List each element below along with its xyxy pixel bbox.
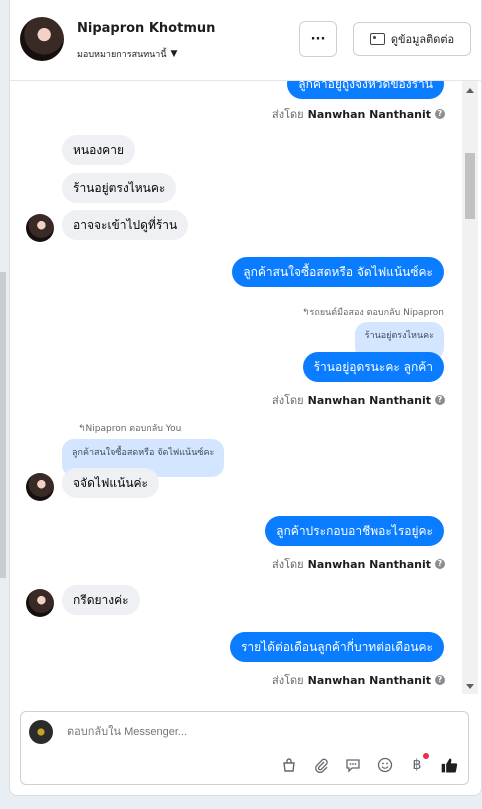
agent-name: Nanwhan Nanthanit: [307, 557, 431, 571]
sent-by-label: ส่งโดย Nanwhan Nanthanit ?: [272, 391, 445, 409]
help-icon[interactable]: ?: [435, 675, 445, 685]
more-options-button[interactable]: ···: [299, 21, 337, 57]
message-incoming: ร้านอยู่ตรงไหนคะ: [62, 173, 177, 203]
thumbs-up-icon[interactable]: [440, 756, 458, 774]
contact-avatar-small: [26, 214, 54, 242]
assign-label: มอบหมายการสนทนานี้: [77, 50, 167, 60]
contact-avatar[interactable]: [20, 17, 64, 61]
sent-by-prefix: ส่งโดย: [272, 558, 304, 571]
help-icon[interactable]: ?: [435, 559, 445, 569]
message-outgoing: รายได้ต่อเดือนลูกค้ากี่บาทต่อเดือนคะ: [229, 632, 444, 662]
baht-icon[interactable]: ฿: [408, 753, 429, 774]
page-edge: [0, 272, 6, 578]
agent-name: Nanwhan Nanthanit: [307, 673, 431, 687]
reply-note: ↰Nipapron ตอบกลับ You: [78, 424, 182, 434]
message-outgoing: ลูกค้าประกอบอาชีพอะไรอยู่คะ: [265, 516, 444, 546]
conversation-panel: Nipapron Khotmun มอบหมายการสนทนานี้ ▼ ··…: [9, 0, 482, 796]
message-incoming: หนองคาย: [62, 135, 135, 165]
contact-card-icon: [369, 33, 385, 45]
contact-avatar-small: [26, 473, 54, 501]
agent-name: Nanwhan Nanthanit: [307, 107, 431, 121]
assign-conversation[interactable]: มอบหมายการสนทนานี้ ▼: [77, 47, 177, 61]
chevron-down-icon: ▼: [170, 49, 178, 59]
message-outgoing: ลูกค้าสนใจซื้อสดหรือ จัดไฟแน้นซ์คะ: [232, 257, 444, 287]
message-composer[interactable]: ฿: [20, 711, 469, 785]
sent-by-prefix: ส่งโดย: [272, 394, 304, 407]
sent-by-prefix: ส่งโดย: [272, 674, 304, 687]
scrollbar[interactable]: [462, 81, 478, 694]
paperclip-icon[interactable]: [312, 756, 330, 774]
emoji-icon[interactable]: [376, 756, 394, 774]
chat-icon[interactable]: [344, 756, 362, 774]
help-icon[interactable]: ?: [435, 395, 445, 405]
conversation-header: Nipapron Khotmun มอบหมายการสนทนานี้ ▼ ··…: [10, 0, 481, 81]
view-contact-info-label: ดูข้อมูลติดต่อ: [390, 33, 455, 46]
scroll-down-icon[interactable]: [466, 684, 474, 689]
help-icon[interactable]: ?: [435, 109, 445, 119]
message-incoming: จจัดไฟแน้นค่ะ: [62, 468, 159, 498]
composer-toolbar: ฿: [280, 753, 458, 774]
reply-note: ↰รถยนต์มือสอง ตอบกลับ Nipapron: [302, 308, 444, 318]
scroll-up-icon[interactable]: [466, 88, 474, 93]
message-outgoing: ร้านอยู่อุดรนะคะ ลูกค้า: [302, 352, 444, 382]
agent-name: Nanwhan Nanthanit: [307, 393, 431, 407]
notification-dot: [423, 753, 429, 759]
sent-by-label: ส่งโดย Nanwhan Nanthanit ?: [272, 671, 445, 689]
page-avatar: [29, 720, 53, 744]
message-incoming: อาจจะเข้าไปดูที่ร้าน: [62, 210, 189, 240]
contact-avatar-small: [26, 589, 54, 617]
sent-by-label: ส่งโดย Nanwhan Nanthanit ?: [272, 555, 445, 573]
contact-name[interactable]: Nipapron Khotmun: [77, 21, 215, 36]
message-incoming: กรีดยางค่ะ: [62, 585, 140, 615]
message-list[interactable]: ลูกค้าอยู่ถูงจังหวัดของร้าน ส่งโดย Nanwh…: [10, 81, 481, 694]
scrollbar-thumb[interactable]: [465, 153, 475, 219]
sent-by-label: ส่งโดย Nanwhan Nanthanit ?: [272, 105, 445, 123]
message-outgoing: ลูกค้าอยู่ถูงจังหวัดของร้าน: [287, 81, 444, 99]
view-contact-info-button[interactable]: ดูข้อมูลติดต่อ: [353, 22, 471, 56]
sent-by-prefix: ส่งโดย: [272, 108, 304, 121]
baht-symbol: ฿: [412, 757, 422, 773]
bag-icon[interactable]: [280, 756, 298, 774]
reply-input[interactable]: [65, 725, 449, 739]
